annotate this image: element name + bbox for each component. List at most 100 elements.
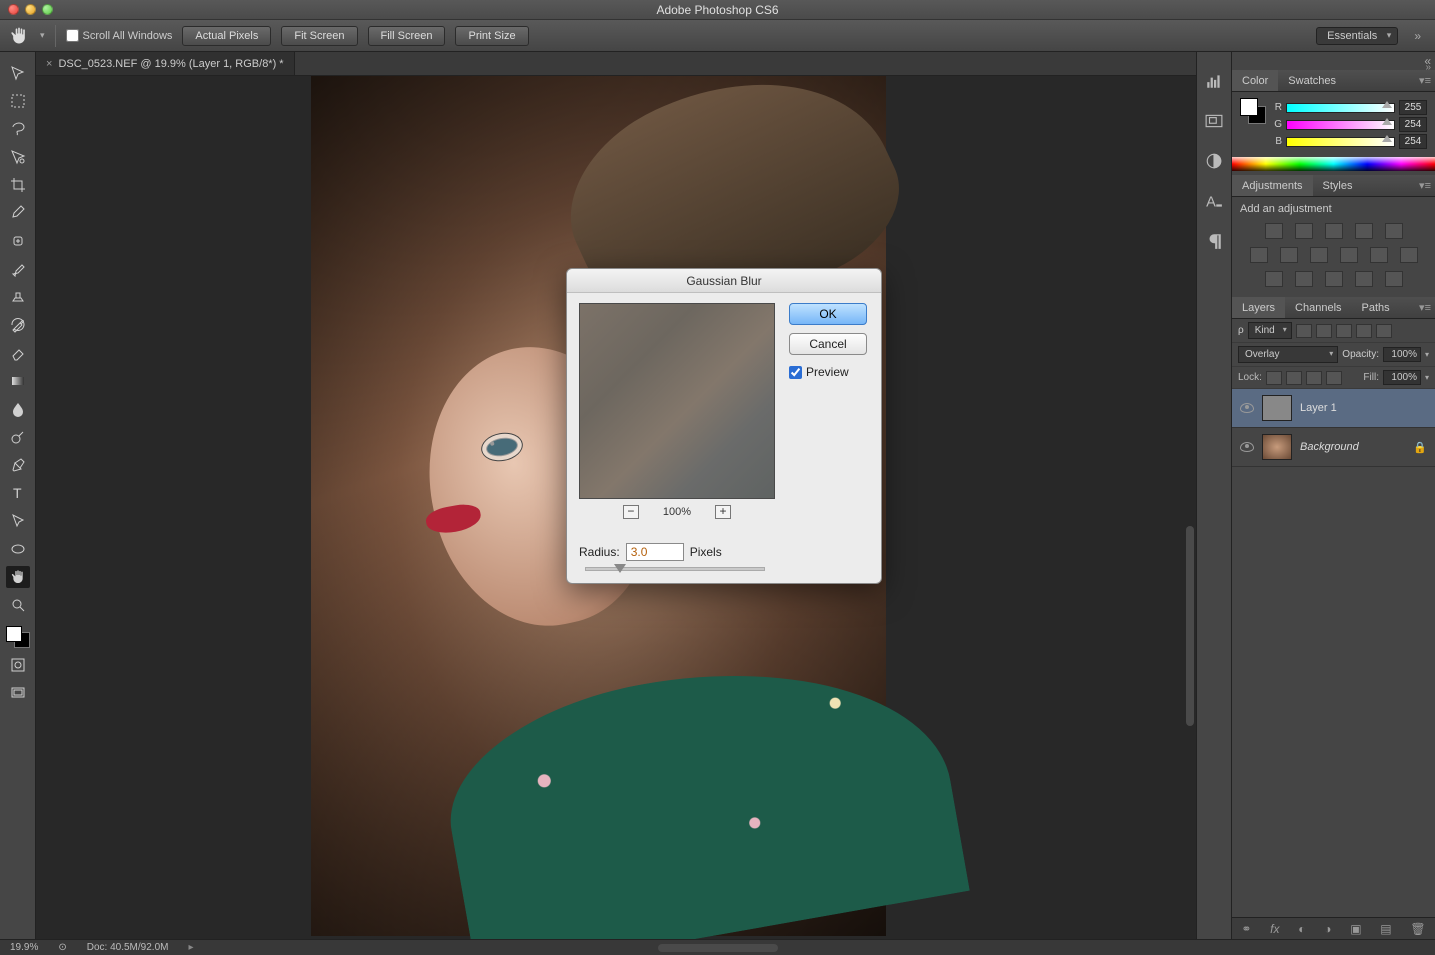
filter-adjust-icon[interactable]	[1316, 324, 1332, 338]
tab-color[interactable]: Color	[1232, 70, 1278, 91]
document-tab[interactable]: × DSC_0523.NEF @ 19.9% (Layer 1, RGB/8*)…	[36, 52, 295, 75]
doc-info-icon[interactable]: ⊙	[58, 942, 66, 953]
color-lookup-icon[interactable]	[1400, 247, 1418, 263]
ok-button[interactable]: OK	[789, 303, 867, 325]
histogram-icon[interactable]	[1204, 72, 1224, 90]
tab-paths[interactable]: Paths	[1352, 297, 1400, 318]
layer-fx-icon[interactable]: fx	[1270, 922, 1279, 936]
quick-select-tool[interactable]	[6, 146, 30, 168]
fill-screen-button[interactable]: Fill Screen	[368, 26, 446, 46]
channel-mixer-icon[interactable]	[1370, 247, 1388, 263]
zoom-window-button[interactable]	[42, 4, 53, 15]
layer-filter-kind[interactable]: Kind	[1248, 322, 1292, 339]
healing-brush-tool[interactable]	[6, 230, 30, 252]
navigator-icon[interactable]	[1204, 112, 1224, 130]
eyedropper-tool[interactable]	[6, 202, 30, 224]
brush-tool[interactable]	[6, 258, 30, 280]
blur-tool[interactable]	[6, 398, 30, 420]
b-value[interactable]: 254	[1399, 134, 1427, 149]
color-panel-menu-icon[interactable]: ▾≡	[1419, 74, 1431, 87]
filter-type-icon[interactable]	[1336, 324, 1352, 338]
add-mask-icon[interactable]: ◐	[1298, 922, 1305, 936]
levels-icon[interactable]	[1295, 223, 1313, 239]
zoom-level[interactable]: 19.9%	[10, 942, 38, 953]
vertical-scrollbar[interactable]	[1186, 526, 1194, 726]
visibility-toggle-icon[interactable]	[1240, 442, 1254, 452]
dodge-tool[interactable]	[6, 426, 30, 448]
filter-pixel-icon[interactable]	[1296, 324, 1312, 338]
marquee-tool[interactable]	[6, 90, 30, 112]
foreground-color-well[interactable]	[6, 626, 22, 642]
b-slider[interactable]	[1286, 137, 1395, 147]
lock-transparency-icon[interactable]	[1266, 371, 1282, 385]
zoom-out-preview-button[interactable]: −	[623, 505, 639, 519]
invert-icon[interactable]	[1265, 271, 1283, 287]
print-size-button[interactable]: Print Size	[455, 26, 528, 46]
vibrance-icon[interactable]	[1385, 223, 1403, 239]
path-select-tool[interactable]	[6, 510, 30, 532]
fill-value[interactable]: 100%	[1383, 370, 1421, 385]
hand-tool[interactable]	[6, 566, 30, 588]
blend-mode-dropdown[interactable]: Overlay	[1238, 346, 1338, 363]
bw-icon[interactable]	[1310, 247, 1328, 263]
layer-name[interactable]: Background	[1300, 441, 1359, 453]
minimize-window-button[interactable]	[25, 4, 36, 15]
lock-position-icon[interactable]	[1306, 371, 1322, 385]
character-icon[interactable]: A	[1204, 192, 1224, 210]
eraser-tool[interactable]	[6, 342, 30, 364]
visibility-toggle-icon[interactable]	[1240, 403, 1254, 413]
curves-icon[interactable]	[1325, 223, 1343, 239]
lasso-tool[interactable]	[6, 118, 30, 140]
threshold-icon[interactable]	[1325, 271, 1343, 287]
delete-layer-icon[interactable]: 🗑	[1410, 922, 1425, 936]
r-slider[interactable]	[1286, 103, 1395, 113]
preview-checkbox-input[interactable]	[789, 366, 802, 379]
layer-thumbnail[interactable]	[1262, 395, 1292, 421]
close-window-button[interactable]	[8, 4, 19, 15]
new-group-icon[interactable]: ▣	[1350, 922, 1361, 936]
layer-item[interactable]: Layer 1	[1232, 389, 1435, 428]
history-brush-tool[interactable]	[6, 314, 30, 336]
opacity-value[interactable]: 100%	[1383, 347, 1421, 362]
filter-smart-icon[interactable]	[1376, 324, 1392, 338]
tab-swatches[interactable]: Swatches	[1278, 70, 1346, 91]
r-value[interactable]: 255	[1399, 100, 1427, 115]
tab-styles[interactable]: Styles	[1313, 175, 1363, 196]
layers-panel-menu-icon[interactable]: ▾≡	[1419, 301, 1431, 314]
clone-stamp-tool[interactable]	[6, 286, 30, 308]
new-layer-icon[interactable]: ▤	[1380, 922, 1391, 936]
hue-sat-icon[interactable]	[1250, 247, 1268, 263]
quickmask-toggle[interactable]	[6, 654, 30, 676]
fg-color-well[interactable]	[1240, 98, 1258, 116]
zoom-tool[interactable]	[6, 594, 30, 616]
g-value[interactable]: 254	[1399, 117, 1427, 132]
new-fill-adjust-icon[interactable]: ◑	[1324, 922, 1331, 936]
radius-slider-knob[interactable]	[614, 564, 626, 573]
photo-filter-icon[interactable]	[1340, 247, 1358, 263]
crop-tool[interactable]	[6, 174, 30, 196]
collapse-panels-icon[interactable]: »	[1408, 29, 1427, 43]
screen-mode-toggle[interactable]	[6, 682, 30, 704]
color-spectrum[interactable]	[1232, 157, 1435, 171]
layer-name[interactable]: Layer 1	[1300, 402, 1337, 414]
fit-screen-button[interactable]: Fit Screen	[281, 26, 357, 46]
adjustments-panel-menu-icon[interactable]: ▾≡	[1419, 179, 1431, 192]
workspace-switcher[interactable]: Essentials	[1316, 27, 1398, 45]
exposure-icon[interactable]	[1355, 223, 1373, 239]
layer-item[interactable]: Background 🔒	[1232, 428, 1435, 467]
filter-preview[interactable]	[579, 303, 775, 499]
close-tab-icon[interactable]: ×	[46, 58, 52, 70]
brightness-contrast-icon[interactable]	[1265, 223, 1283, 239]
tab-layers[interactable]: Layers	[1232, 297, 1285, 318]
layer-thumbnail[interactable]	[1262, 434, 1292, 460]
color-panel-wells[interactable]	[1240, 98, 1266, 124]
radius-slider[interactable]	[585, 567, 765, 571]
selective-color-icon[interactable]	[1385, 271, 1403, 287]
cancel-button[interactable]: Cancel	[789, 333, 867, 355]
adjustments-icon[interactable]	[1204, 152, 1224, 170]
tab-adjustments[interactable]: Adjustments	[1232, 175, 1313, 196]
preview-checkbox[interactable]: Preview	[789, 365, 867, 379]
gradient-map-icon[interactable]	[1355, 271, 1373, 287]
type-tool[interactable]: T	[6, 482, 30, 504]
paragraph-icon[interactable]	[1204, 232, 1224, 250]
